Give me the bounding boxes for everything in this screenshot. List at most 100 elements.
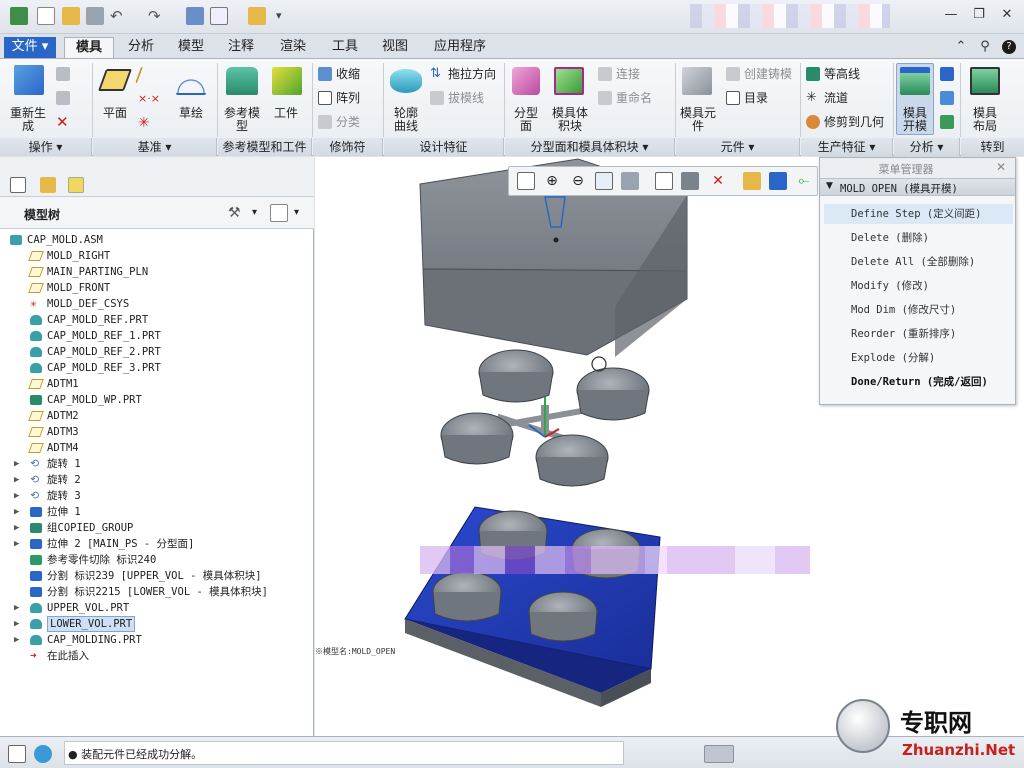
menu-section-header[interactable]: ▼ MOLD OPEN (模具开模) — [820, 178, 1015, 196]
collapse-ribbon-icon[interactable]: ⌃ — [954, 40, 968, 54]
pattern-icon[interactable] — [318, 91, 332, 105]
tree-row[interactable]: CAP_MOLD.ASM — [0, 232, 314, 248]
tree-row[interactable]: CAP_MOLD_REF.PRT — [0, 312, 314, 328]
group-datum[interactable]: 基准 ▾ — [93, 138, 217, 156]
mold-layout-button[interactable]: 模具 布局 — [964, 107, 1006, 133]
tree-row[interactable]: ▶ ⟲ 旋转 1 — [0, 456, 314, 472]
zoom-out-icon[interactable]: ⊖ — [569, 172, 587, 190]
selection-filter-icon[interactable] — [704, 745, 734, 763]
datum-point-icon[interactable]: ×·× — [138, 91, 160, 107]
tree-row[interactable]: CAP_MOLD_WP.PRT — [0, 392, 314, 408]
group-components[interactable]: 元件 ▾ — [676, 138, 800, 156]
analysis-tool-1-icon[interactable] — [940, 67, 954, 81]
zoom-in-icon[interactable]: ⊕ — [543, 172, 561, 190]
parting-surface-icon[interactable] — [512, 67, 540, 95]
regenerate-icon[interactable] — [14, 65, 44, 95]
draw-direction-button[interactable]: 拖拉方向 — [448, 68, 504, 81]
menu-item-delete-all[interactable]: Delete All (全部删除) — [824, 252, 1013, 272]
sketch-button[interactable]: 草绘 — [172, 107, 210, 120]
tree-row[interactable]: ADTM2 — [0, 408, 314, 424]
tab-mold[interactable]: 模具 — [64, 37, 114, 58]
view-manager-icon[interactable] — [681, 172, 699, 190]
save-icon[interactable] — [86, 7, 104, 25]
tree-row[interactable]: ✳ MOLD_DEF_CSYS — [0, 296, 314, 312]
group-parting-volume[interactable]: 分型面和模具体积块 ▾ — [505, 138, 675, 156]
tree-row[interactable]: ▶ CAP_MOLDING.PRT — [0, 632, 314, 648]
group-ref-model-workpiece[interactable]: 参考模型和工件 — [218, 138, 312, 156]
settings-tools-icon[interactable]: ⚒ — [228, 204, 246, 222]
folder-browser-tab-icon[interactable] — [40, 177, 56, 193]
tab-view[interactable]: 视图 — [372, 37, 418, 58]
workpiece-button[interactable]: 工件 — [266, 107, 306, 120]
runner-icon[interactable]: ✳ — [806, 91, 820, 105]
sketch-icon[interactable] — [176, 67, 206, 95]
delete-icon[interactable]: ✕ — [56, 115, 70, 130]
tree-row[interactable]: CAP_MOLD_REF_3.PRT — [0, 360, 314, 376]
group-modifiers[interactable]: 修饰符 — [313, 138, 383, 156]
tree-row[interactable]: 参考零件切除 标识240 — [0, 552, 314, 568]
favorites-tab-icon[interactable] — [68, 177, 84, 193]
undo-icon[interactable]: ↶ — [110, 7, 128, 25]
expand-arrow-icon[interactable]: ▶ — [14, 616, 19, 632]
minimize-button[interactable]: — — [944, 8, 958, 22]
group-production[interactable]: 生产特征 ▾ — [801, 138, 893, 156]
toggle-navigator-icon[interactable] — [8, 745, 26, 763]
expand-arrow-icon[interactable]: ▶ — [14, 504, 19, 520]
display-style-icon[interactable] — [621, 172, 639, 190]
tab-annotate[interactable]: 注释 — [218, 37, 264, 58]
saved-orientations-icon[interactable] — [655, 172, 673, 190]
new-file-icon[interactable] — [37, 7, 55, 25]
group-operations[interactable]: 操作 ▾ — [0, 138, 92, 156]
datum-display-icon[interactable]: ✕ — [709, 172, 727, 190]
mold-component-icon[interactable] — [682, 67, 712, 95]
settings-dropdown-icon[interactable]: ▾ — [252, 204, 262, 222]
tab-model[interactable]: 模型 — [168, 37, 214, 58]
tree-row[interactable]: 分割 标识2215 [LOWER_VOL - 模具体积块] — [0, 584, 314, 600]
tab-analysis[interactable]: 分析 — [118, 37, 164, 58]
tree-row[interactable]: ▶ 组COPIED_GROUP — [0, 520, 314, 536]
csys-display-icon[interactable]: ⟜ — [795, 172, 813, 190]
regenerate-button[interactable]: 重新生 成 — [6, 107, 50, 133]
annotation-display-icon[interactable] — [769, 172, 787, 190]
reference-model-icon[interactable] — [226, 67, 258, 95]
group-analysis[interactable]: 分析 ▾ — [894, 138, 960, 156]
menu-item-delete[interactable]: Delete (删除) — [824, 228, 1013, 248]
redo-icon[interactable]: ↷ — [148, 7, 166, 25]
model-tree-tab-icon[interactable] — [10, 177, 26, 193]
tree-row[interactable]: MAIN_PARTING_PLN — [0, 264, 314, 280]
tree-row[interactable]: ADTM3 — [0, 424, 314, 440]
datum-plane-icon[interactable] — [97, 69, 133, 91]
tree-row[interactable]: ▶ ⟲ 旋转 3 — [0, 488, 314, 504]
mold-layout-icon[interactable] — [970, 67, 1000, 95]
tree-row[interactable]: CAP_MOLD_REF_2.PRT — [0, 344, 314, 360]
menu-item-done-return[interactable]: Done/Return (完成/返回) — [824, 372, 1013, 392]
close-window-icon[interactable] — [248, 7, 266, 25]
tab-tools[interactable]: 工具 — [322, 37, 368, 58]
show-dropdown-icon[interactable]: ▾ — [294, 204, 304, 222]
spin-center-icon[interactable] — [743, 172, 761, 190]
menu-item-define-step[interactable]: Define Step (定义间距) — [824, 204, 1013, 224]
group-goto[interactable]: 转到 — [961, 138, 1024, 156]
expand-arrow-icon[interactable]: ▶ — [14, 472, 19, 488]
draw-direction-icon[interactable]: ⇅ — [430, 67, 444, 81]
expand-arrow-icon[interactable]: ▶ — [14, 600, 19, 616]
analysis-tool-2-icon[interactable] — [940, 91, 954, 105]
tree-row[interactable]: ADTM1 — [0, 376, 314, 392]
menu-item-explode[interactable]: Explode (分解) — [824, 348, 1013, 368]
datum-axis-icon[interactable] — [135, 67, 157, 83]
customize-toolbar-icon[interactable]: ▾ — [276, 7, 294, 25]
tree-row[interactable]: ➜ 在此插入 — [0, 648, 314, 664]
tab-file[interactable]: 文件 ▾ — [4, 37, 56, 58]
group-design-features[interactable]: 设计特征 — [384, 138, 504, 156]
show-options-icon[interactable] — [270, 204, 288, 222]
toggle-browser-icon[interactable] — [34, 745, 52, 763]
search-icon[interactable]: ⚲ — [978, 40, 992, 54]
copy-icon[interactable] — [56, 67, 70, 81]
restore-button[interactable]: ❐ — [972, 8, 986, 22]
mold-component-button[interactable]: 模具元 件 — [676, 107, 720, 133]
shrink-icon[interactable] — [318, 67, 332, 81]
mold-open-icon[interactable] — [900, 67, 930, 95]
windows-icon[interactable] — [210, 7, 228, 25]
lower-volume-plate[interactable] — [404, 506, 661, 707]
expand-arrow-icon[interactable]: ▶ — [14, 520, 19, 536]
